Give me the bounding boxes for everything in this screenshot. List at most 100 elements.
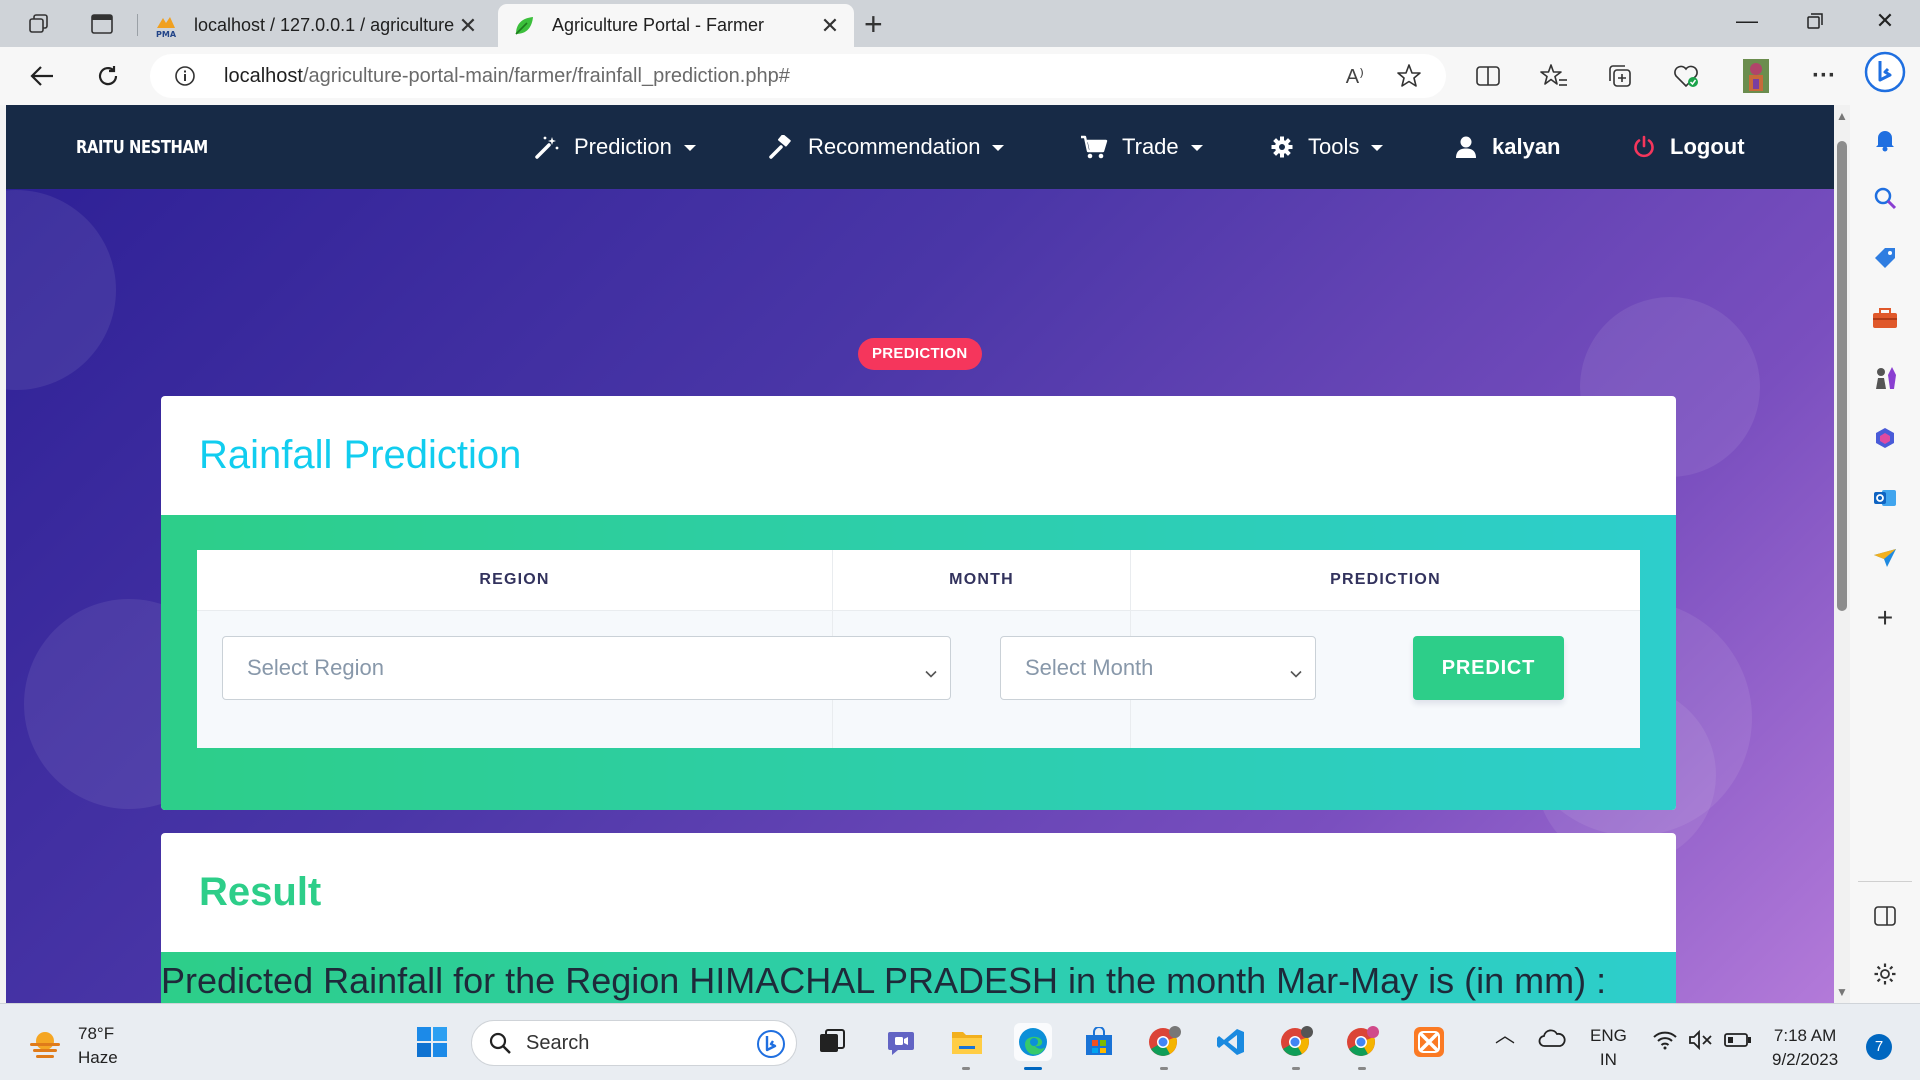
nav-tools[interactable]: Tools xyxy=(1270,129,1384,165)
scroll-up-arrow-icon[interactable]: ▲ xyxy=(1836,109,1848,123)
search-icon[interactable] xyxy=(1870,183,1900,213)
weather-widget[interactable]: 78°F Haze xyxy=(28,1022,118,1070)
send-plane-icon[interactable] xyxy=(1870,543,1900,573)
file-explorer-icon[interactable] xyxy=(948,1023,986,1070)
running-indicator xyxy=(1358,1067,1366,1070)
chrome-profile-2-icon[interactable] xyxy=(1278,1023,1316,1070)
section-badge: PREDICTION xyxy=(858,338,982,370)
bing-copilot-icon[interactable] xyxy=(1864,51,1906,93)
tab-phpmyadmin[interactable]: PMA localhost / 127.0.0.1 / agriculture … xyxy=(140,4,492,47)
column-header-prediction: PREDICTION xyxy=(1131,550,1640,611)
tab-agriculture-portal[interactable]: Agriculture Portal - Farmer ✕ xyxy=(498,4,854,47)
teams-chat-icon[interactable] xyxy=(882,1023,920,1061)
card-header: Result xyxy=(161,833,1676,952)
rainfall-form-card: Rainfall Prediction REGION MONTH PREDICT… xyxy=(161,396,1676,810)
search-icon xyxy=(488,1031,512,1060)
chevron-down-icon xyxy=(1190,145,1203,151)
chevron-down-icon xyxy=(924,661,938,687)
refresh-icon[interactable] xyxy=(93,61,123,91)
shopping-tag-icon[interactable] xyxy=(1870,243,1900,273)
hide-sidebar-icon[interactable] xyxy=(1870,901,1900,931)
new-tab-icon[interactable]: + xyxy=(864,8,883,40)
predict-button[interactable]: PREDICT xyxy=(1413,636,1564,700)
page-scrollbar[interactable]: ▲ ▼ xyxy=(1834,105,1850,1003)
svg-text:PMA: PMA xyxy=(156,30,177,38)
month-select[interactable]: Select Month xyxy=(1000,636,1316,700)
settings-gear-icon[interactable] xyxy=(1870,959,1900,989)
tools-briefcase-icon[interactable] xyxy=(1870,303,1900,333)
favorite-star-icon[interactable] xyxy=(1396,63,1422,94)
add-sidebar-icon[interactable]: + xyxy=(1870,602,1900,633)
xampp-icon[interactable] xyxy=(1410,1023,1448,1061)
collections-icon[interactable] xyxy=(1604,60,1636,92)
volume-muted-icon[interactable] xyxy=(1688,1029,1714,1057)
notification-count-badge[interactable]: 7 xyxy=(1866,1034,1892,1060)
read-aloud-icon[interactable]: A⁾ xyxy=(1346,64,1364,89)
favorites-icon[interactable] xyxy=(1538,60,1570,92)
close-tab-icon[interactable]: ✕ xyxy=(820,13,840,39)
scrollbar-thumb[interactable] xyxy=(1837,141,1847,611)
minimize-icon[interactable]: — xyxy=(1722,8,1772,34)
brand-logo[interactable]: RAITU NESTHAM xyxy=(76,137,208,158)
chevron-down-icon xyxy=(1371,145,1384,151)
sidebar-divider xyxy=(1858,881,1912,882)
back-icon[interactable] xyxy=(27,61,57,91)
cart-icon xyxy=(1080,135,1108,159)
task-view-icon[interactable] xyxy=(813,1023,851,1061)
running-indicator xyxy=(1160,1067,1168,1070)
nav-recommendation[interactable]: Recommendation xyxy=(768,129,1005,165)
chrome-profile-3-icon[interactable] xyxy=(1344,1023,1382,1070)
profile-avatar[interactable] xyxy=(1740,59,1772,93)
nav-logout[interactable]: Logout xyxy=(1632,129,1745,165)
nav-prediction[interactable]: Prediction xyxy=(534,129,696,165)
nav-user[interactable]: kalyan xyxy=(1454,129,1561,165)
result-banner: Predicted Rainfall for the Region HIMACH… xyxy=(161,952,1676,1003)
clock[interactable]: 7:18 AM 9/2/2023 xyxy=(1772,1024,1838,1072)
nav-trade[interactable]: Trade xyxy=(1080,129,1203,165)
page-viewport[interactable]: RAITU NESTHAM Prediction Recommendation … xyxy=(6,105,1834,1003)
microsoft-365-icon[interactable] xyxy=(1870,423,1900,453)
leaf-icon xyxy=(512,14,536,38)
close-window-icon[interactable]: ✕ xyxy=(1860,8,1910,34)
outlook-icon[interactable] xyxy=(1870,483,1900,513)
phpmyadmin-icon: PMA xyxy=(154,14,178,38)
tab-actions-icon[interactable] xyxy=(89,11,115,37)
prediction-table: REGION MONTH PREDICTION Select Region Se… xyxy=(197,550,1640,748)
show-hidden-icons-chevron-icon[interactable]: ︿ xyxy=(1495,1024,1515,1048)
workspaces-icon[interactable] xyxy=(26,11,52,37)
start-windows-icon[interactable] xyxy=(413,1023,451,1061)
page-title: Rainfall Prediction xyxy=(199,433,522,477)
games-chess-icon[interactable] xyxy=(1870,363,1900,393)
result-text: Predicted Rainfall for the Region HIMACH… xyxy=(161,960,1607,1001)
url-text: localhost/agriculture-portal-main/farmer… xyxy=(224,65,790,87)
chrome-profile-1-icon[interactable] xyxy=(1146,1023,1184,1070)
gear-icon xyxy=(1270,135,1294,159)
result-title: Result xyxy=(199,870,322,914)
address-bar[interactable]: localhost/agriculture-portal-main/farmer… xyxy=(150,54,1446,98)
taskbar-search[interactable]: Search xyxy=(471,1020,797,1066)
bing-icon[interactable] xyxy=(756,1029,786,1064)
notifications-bell-icon[interactable] xyxy=(1870,125,1900,155)
region-select[interactable]: Select Region xyxy=(222,636,951,700)
more-options-icon[interactable]: ··· xyxy=(1808,60,1840,92)
wifi-icon[interactable] xyxy=(1652,1030,1678,1057)
language-indicator[interactable]: ENG IN xyxy=(1590,1024,1627,1072)
microsoft-store-icon[interactable] xyxy=(1080,1023,1118,1061)
vscode-icon[interactable] xyxy=(1212,1023,1250,1061)
edge-sidebar: + xyxy=(1850,47,1920,1003)
user-icon xyxy=(1454,135,1478,159)
scroll-down-arrow-icon[interactable]: ▼ xyxy=(1836,985,1848,999)
tab-title: localhost / 127.0.0.1 / agriculture xyxy=(194,15,455,35)
chevron-down-icon xyxy=(992,145,1005,151)
battery-icon[interactable] xyxy=(1724,1031,1752,1055)
onedrive-cloud-icon[interactable] xyxy=(1538,1028,1566,1055)
close-tab-icon[interactable]: ✕ xyxy=(458,13,478,39)
restore-icon[interactable] xyxy=(1790,8,1840,36)
weather-condition: Haze xyxy=(78,1048,118,1067)
edge-browser-icon[interactable] xyxy=(1014,1023,1052,1070)
site-info-icon[interactable] xyxy=(174,65,196,92)
browser-essentials-icon[interactable] xyxy=(1670,60,1702,92)
split-screen-icon[interactable] xyxy=(1472,60,1504,92)
chevron-down-icon xyxy=(683,145,696,151)
decor-circle xyxy=(6,190,116,390)
